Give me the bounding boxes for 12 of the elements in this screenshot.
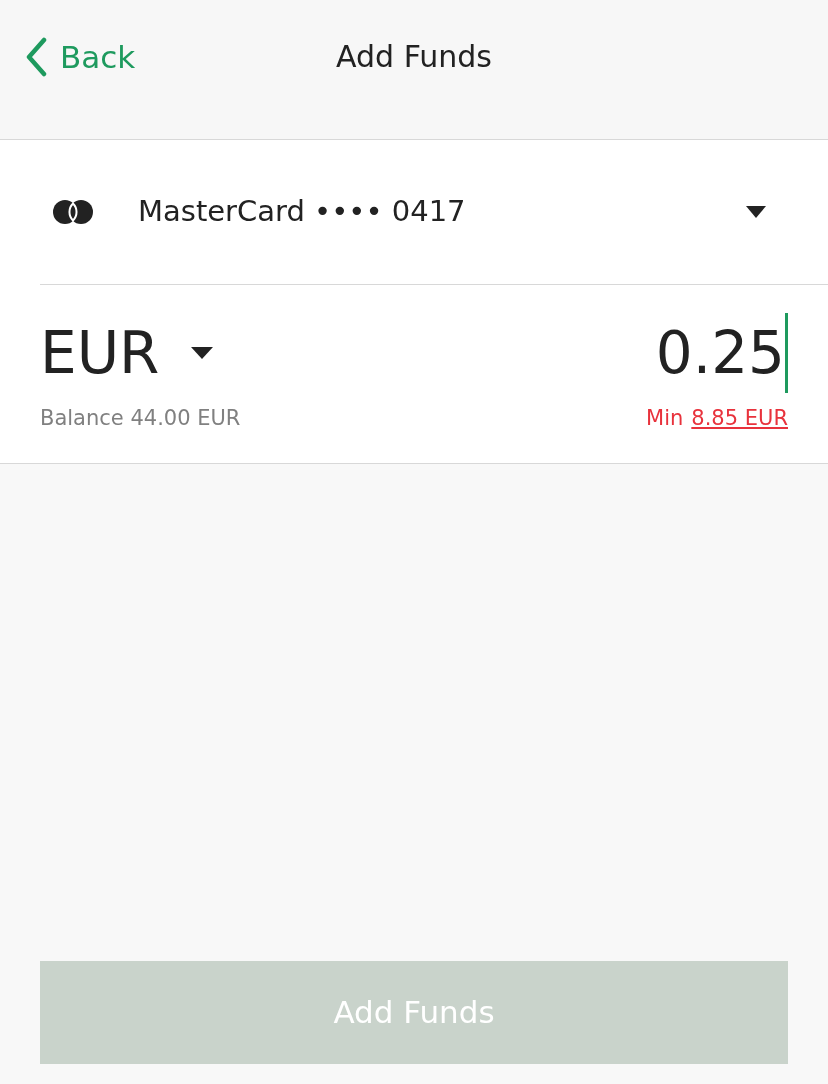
balance-text: Balance 44.00 EUR (40, 405, 241, 432)
minimum-label: Min (646, 405, 684, 432)
dropdown-caret-icon (746, 206, 766, 218)
dropdown-caret-icon (191, 347, 214, 359)
amount-field[interactable]: 0.25 (655, 313, 788, 393)
card-label: MasterCard •••• 0417 (138, 193, 467, 231)
chevron-left-icon (24, 37, 48, 78)
currency-selector[interactable]: EUR (40, 309, 214, 397)
card-selector[interactable]: MasterCard •••• 0417 (40, 140, 828, 285)
card-logo-icon (52, 199, 94, 225)
screen-title: Add Funds (335, 38, 493, 76)
minimum-link[interactable]: 8.85 EUR (691, 403, 788, 435)
